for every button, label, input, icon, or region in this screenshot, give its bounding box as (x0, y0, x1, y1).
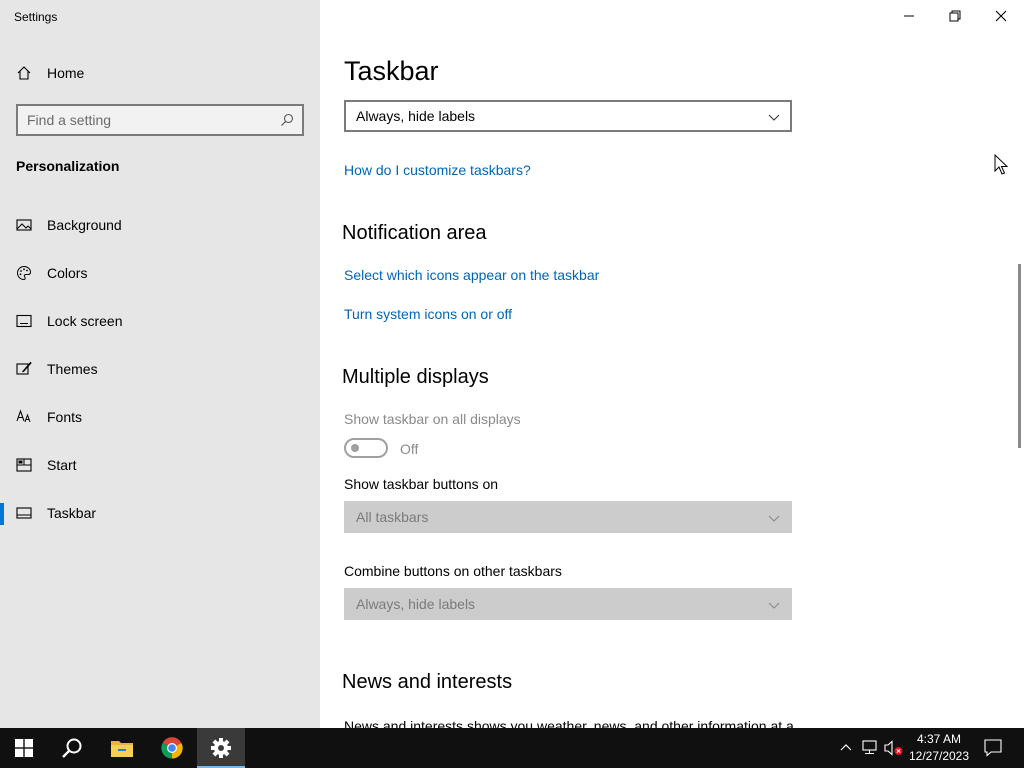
clock-time: 4:37 AM (916, 732, 962, 746)
show-hidden-icons-button[interactable] (834, 728, 858, 768)
network-icon (862, 740, 877, 754)
toggle-state: Off (400, 441, 419, 457)
file-explorer-icon (111, 741, 133, 757)
chrome-button[interactable] (148, 728, 196, 768)
taskbar: 4:37 AM 12/27/2023 (0, 728, 1024, 768)
multiple-displays-heading: Multiple displays (342, 366, 489, 388)
volume-muted-icon (884, 740, 903, 756)
start-icon (16, 457, 32, 473)
dropdown-value: Always, hide labels (356, 596, 476, 612)
chevron-down-icon (768, 602, 780, 609)
sidebar-item-home[interactable]: Home (0, 53, 320, 93)
sidebar-item-fonts[interactable]: Fonts (0, 397, 320, 437)
chevron-up-icon (840, 744, 852, 751)
sidebar-item-label: Home (47, 65, 85, 81)
brush-icon (16, 361, 32, 377)
sidebar-item-taskbar[interactable]: Taskbar (0, 493, 320, 533)
font-icon (16, 409, 32, 425)
section-heading: Personalization (16, 158, 120, 174)
buttons-on-dropdown[interactable]: All taskbars (344, 501, 792, 533)
sidebar-item-background[interactable]: Background (0, 205, 320, 245)
window-title: Settings (14, 10, 58, 24)
sidebar-item-lock-screen[interactable]: Lock screen (0, 301, 320, 341)
chrome-icon (161, 737, 183, 759)
sidebar-item-label: Start (47, 457, 77, 473)
palette-icon (16, 265, 32, 281)
sidebar-item-start[interactable]: Start (0, 445, 320, 485)
search-field[interactable] (16, 104, 304, 136)
settings-taskbar-button[interactable] (197, 728, 245, 768)
show-all-displays-label: Show taskbar on all displays (344, 411, 521, 427)
settings-icon (211, 738, 231, 758)
page-title: Taskbar (344, 56, 439, 86)
search-icon[interactable] (280, 113, 294, 127)
taskbar-icon (16, 505, 32, 521)
combine-other-dropdown[interactable]: Always, hide labels (344, 588, 792, 620)
scrollbar-thumb[interactable] (1018, 264, 1021, 448)
start-button[interactable] (0, 728, 48, 768)
main-content: Taskbar Always, hide labels How do I cus… (320, 0, 1024, 728)
search-icon (62, 738, 82, 758)
sidebar: Settings Home Personalization Background… (0, 0, 320, 728)
home-icon (16, 65, 32, 81)
news-interests-heading: News and interests (342, 671, 513, 693)
combine-other-label: Combine buttons on other taskbars (344, 563, 562, 579)
news-description: News and interests shows you weather, ne… (344, 718, 794, 728)
clock-date: 12/27/2023 (908, 749, 970, 763)
sidebar-item-themes[interactable]: Themes (0, 349, 320, 389)
customize-taskbars-link[interactable]: How do I customize taskbars? (344, 162, 531, 178)
windows-logo-icon (15, 739, 33, 757)
sidebar-item-label: Lock screen (47, 313, 123, 329)
file-explorer-button[interactable] (98, 728, 146, 768)
sidebar-item-label: Colors (47, 265, 88, 281)
notification-area-heading: Notification area (342, 222, 487, 244)
lock-screen-icon (16, 313, 32, 329)
dropdown-value: All taskbars (356, 509, 429, 525)
search-input[interactable] (18, 112, 268, 128)
dropdown-value: Always, hide labels (356, 108, 476, 124)
toggle-knob (351, 444, 359, 452)
sidebar-item-label: Themes (47, 361, 98, 377)
network-tray-button[interactable] (858, 728, 882, 768)
taskbar-search-button[interactable] (48, 728, 96, 768)
image-icon (16, 217, 32, 233)
notification-icon (984, 739, 1002, 757)
select-icons-link[interactable]: Select which icons appear on the taskbar (344, 267, 599, 283)
system-icons-link[interactable]: Turn system icons on or off (344, 306, 512, 322)
buttons-on-label: Show taskbar buttons on (344, 476, 499, 492)
chevron-down-icon (768, 515, 780, 522)
show-all-displays-toggle[interactable] (344, 438, 388, 458)
mouse-cursor-icon (994, 154, 1008, 175)
chevron-down-icon (768, 114, 780, 121)
sidebar-item-colors[interactable]: Colors (0, 253, 320, 293)
sidebar-item-label: Taskbar (47, 505, 97, 521)
sidebar-item-label: Fonts (47, 409, 83, 425)
volume-tray-button[interactable] (882, 728, 906, 768)
clock[interactable]: 4:37 AM 12/27/2023 (906, 731, 972, 765)
action-center-button[interactable] (978, 728, 1008, 768)
sidebar-item-label: Background (47, 217, 122, 233)
combine-buttons-dropdown[interactable]: Always, hide labels (344, 100, 792, 132)
